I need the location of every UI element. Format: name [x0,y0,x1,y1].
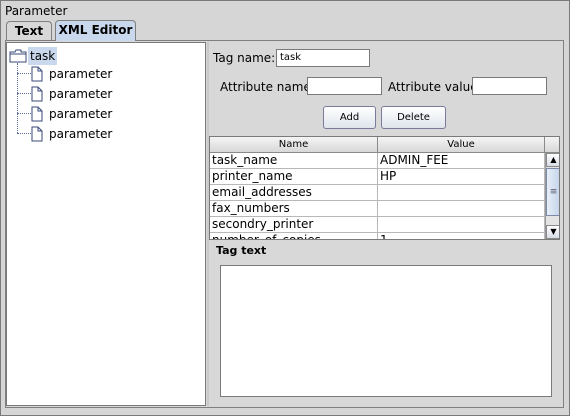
tree-node-label: parameter [49,87,113,101]
table-cell-name[interactable]: task_name [210,153,378,169]
tree-node-label: parameter [49,67,113,81]
table-row[interactable]: email_addresses [210,185,545,201]
tree-connector [17,133,31,134]
table-row[interactable]: fax_numbers [210,201,545,217]
tree-node-parameter[interactable]: parameter [31,105,151,123]
column-header-corner [545,137,559,153]
table-row[interactable]: printer_name HP [210,169,545,185]
table-cell-value[interactable] [378,217,545,233]
attribute-name-label: Attribute name: [220,80,315,94]
tree-connector [17,93,31,94]
scroll-down-icon[interactable]: ▼ [546,225,559,239]
table-cell-value[interactable]: ADMIN_FEE [378,153,545,169]
tree-node-root[interactable]: task [9,47,69,65]
table-cell-value[interactable]: HP [378,169,545,185]
attribute-name-input[interactable] [307,77,382,95]
table-cell-value[interactable] [378,201,545,217]
tag-text-area[interactable] [220,265,552,397]
tree-connector [17,73,31,74]
table-cell-name[interactable]: secondry_printer [210,217,378,233]
table-row[interactable]: number_of_copies 1 [210,233,545,239]
tree-node-label: parameter [49,127,113,141]
window-title: Parameter [5,4,68,18]
delete-button[interactable]: Delete [381,106,446,129]
tag-text-label: Tag text [216,244,267,257]
tab-text[interactable]: Text [6,21,52,40]
file-icon [31,86,43,102]
table-cell-name[interactable]: fax_numbers [210,201,378,217]
xml-tree[interactable]: task parameter parameter parameter param… [6,42,206,406]
scroll-up-icon[interactable]: ▲ [546,153,559,167]
attribute-value-label: Attribute value: [388,80,482,94]
table-row[interactable]: secondry_printer [210,217,545,233]
file-icon [31,66,43,82]
file-icon [31,106,43,122]
tree-connector [17,113,31,114]
attribute-value-input[interactable] [472,77,547,95]
table-row[interactable]: task_name ADMIN_FEE [210,153,545,169]
tag-name-input[interactable]: task [276,49,370,67]
table-cell-name[interactable]: printer_name [210,169,378,185]
tree-node-parameter[interactable]: parameter [31,125,151,143]
tree-node-parameter[interactable]: parameter [31,65,151,83]
attributes-table[interactable]: Name Value task_name ADMIN_FEE printer_n… [209,136,560,240]
table-cell-name[interactable]: number_of_copies [210,233,378,239]
folder-icon [9,49,27,63]
column-header-value[interactable]: Value [378,137,545,153]
table-cell-name[interactable]: email_addresses [210,185,378,201]
scroll-thumb[interactable]: ≡ [546,168,559,216]
tag-name-label: Tag name: [213,51,276,65]
add-button[interactable]: Add [323,106,376,129]
table-cell-value[interactable] [378,185,545,201]
column-header-name[interactable]: Name [210,137,378,153]
file-icon [31,126,43,142]
tree-node-parameter[interactable]: parameter [31,85,151,103]
table-cell-value[interactable]: 1 [378,233,545,239]
table-scrollbar[interactable]: ▲ ≡ ▼ [545,153,559,239]
tab-xml-editor[interactable]: XML Editor [55,20,136,41]
tree-node-label: task [28,47,58,65]
tree-node-label: parameter [49,107,113,121]
